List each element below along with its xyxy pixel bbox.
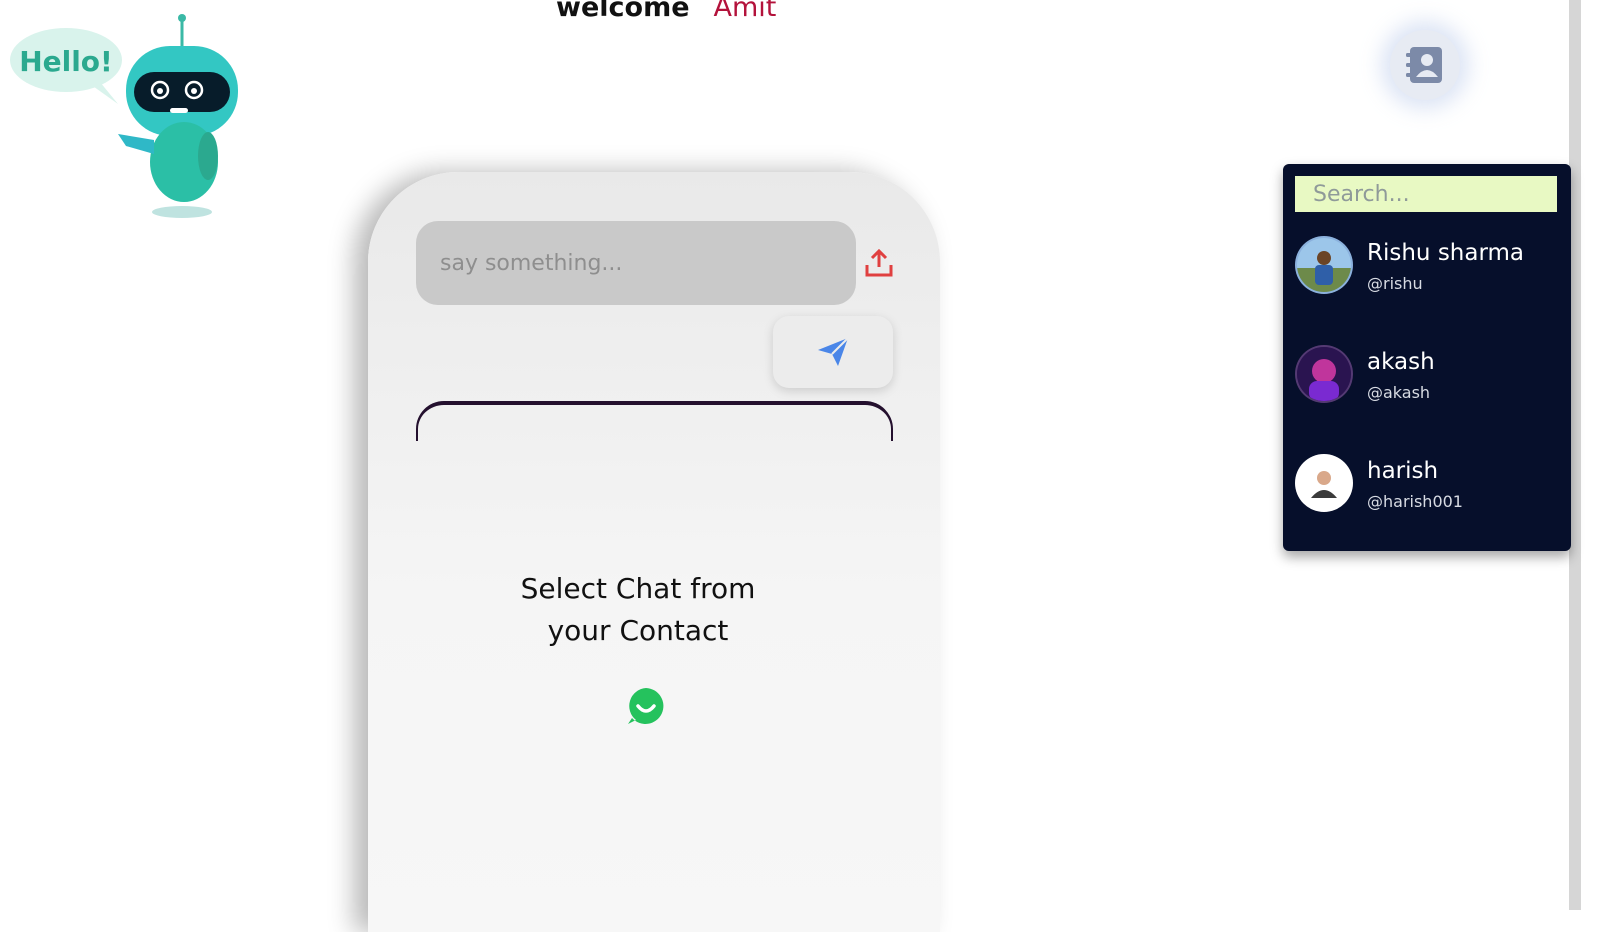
whatsapp-icon [626, 686, 666, 726]
avatar [1295, 236, 1353, 294]
contact-item-akash[interactable]: akash @akash [1295, 345, 1557, 415]
contact-name: harish [1367, 458, 1439, 484]
contact-name: Rishu sharma [1367, 240, 1525, 266]
robot-mascot-icon: Hello! [10, 14, 238, 218]
contacts-toggle-button[interactable] [1390, 30, 1460, 100]
chat-panel: Select Chat from your Contact [368, 172, 940, 932]
contact-list-panel: Rishu sharma @rishu akash @akash harish … [1283, 164, 1571, 551]
contacts-book-icon [1406, 47, 1442, 83]
contact-item-rishu[interactable]: Rishu sharma @rishu [1295, 236, 1557, 306]
upload-button[interactable] [858, 242, 900, 284]
contact-item-harish[interactable]: harish @harish001 [1295, 454, 1557, 524]
robot-mascot: Hello! [8, 14, 248, 234]
contact-handle: @harish001 [1367, 492, 1463, 511]
send-button[interactable] [773, 316, 893, 388]
contact-name: akash [1367, 349, 1435, 375]
avatar [1295, 345, 1353, 403]
contact-handle: @akash [1367, 383, 1431, 402]
chat-divider [416, 401, 893, 441]
contact-handle: @rishu [1367, 274, 1423, 293]
welcome-heading: welcome Amit [556, 0, 776, 23]
welcome-label: welcome [556, 0, 690, 23]
upload-icon [865, 248, 893, 277]
empty-state-message: Select Chat from your Contact [520, 572, 756, 647]
contact-search-input[interactable] [1295, 176, 1557, 212]
paper-plane-icon [818, 337, 849, 366]
avatar [1295, 454, 1353, 512]
user-name: Amit [713, 0, 777, 23]
hello-text: Hello! [19, 45, 113, 78]
message-input[interactable] [416, 221, 856, 305]
